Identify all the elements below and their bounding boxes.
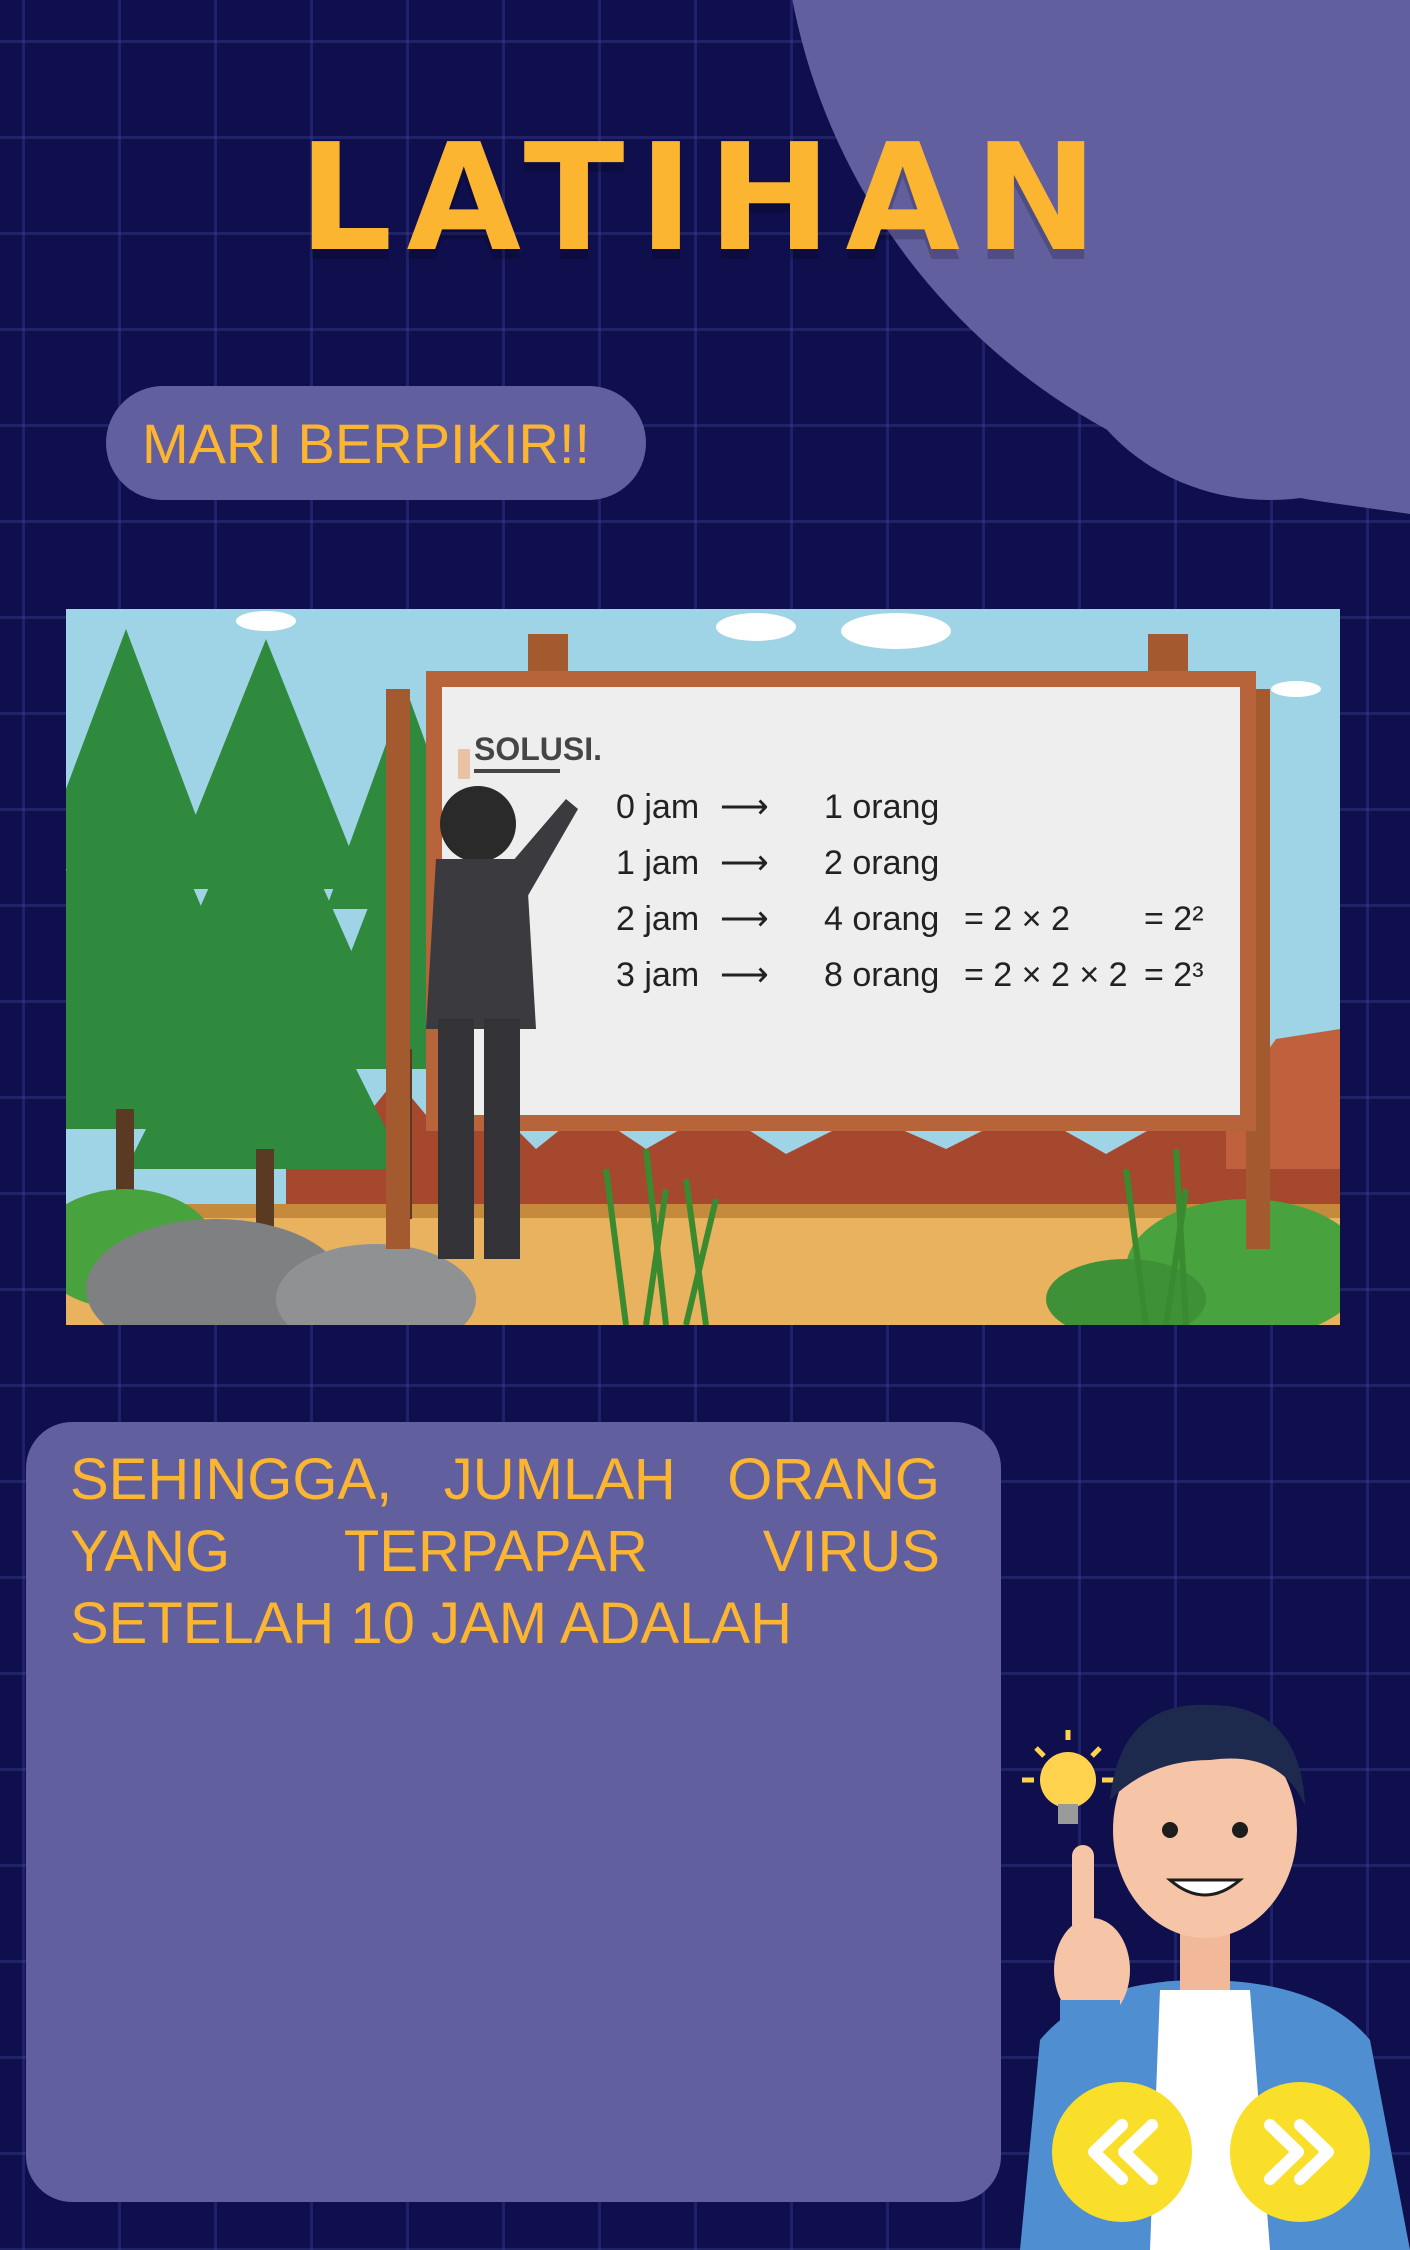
row-time: 2 jam xyxy=(616,899,700,938)
row-expr: = 2 × 2 xyxy=(964,899,1070,938)
row-result: = 2² xyxy=(1144,899,1204,938)
board-rows: 0 jam ⟶ 1 orang 1 jam ⟶ 2 orang 2 jam ⟶ … xyxy=(616,779,1204,1003)
board-heading-underline xyxy=(474,769,560,773)
row-expr: = 2 × 2 × 2 xyxy=(964,955,1128,994)
lightbulb-icon xyxy=(1022,1730,1114,1824)
board-row: 3 jam ⟶ 8 orang = 2 × 2 × 2 = 2³ xyxy=(616,947,1204,1003)
row-time: 0 jam xyxy=(616,787,700,826)
lesson-illustration: SOLUSI. 0 jam ⟶ 1 orang 1 jam ⟶ 2 orang … xyxy=(66,609,1340,1325)
page-title: LATIHAN xyxy=(298,112,1112,284)
board-row: 1 jam ⟶ 2 orang xyxy=(616,835,1204,891)
question-text: SEHINGGA, JUMLAH ORANG YANG TERPAPAR VIR… xyxy=(70,1447,940,1656)
board-heading: SOLUSI. xyxy=(474,731,603,767)
row-time: 3 jam xyxy=(616,955,700,994)
double-chevron-right-icon xyxy=(1264,2119,1334,2185)
subtitle-pill-label: MARI BERPIKIR!! xyxy=(142,411,591,475)
arrow-right-icon: ⟶ xyxy=(720,844,769,882)
arrow-right-icon: ⟶ xyxy=(720,956,769,994)
double-chevron-left-icon xyxy=(1088,2119,1158,2185)
row-people: 2 orang xyxy=(824,843,940,882)
subtitle-pill: MARI BERPIKIR!! xyxy=(106,386,646,500)
next-button[interactable] xyxy=(1230,2082,1370,2222)
board-row: 0 jam ⟶ 1 orang xyxy=(616,779,1204,835)
slide: LATIHAN MARI BERPIKIR!! SOLUSI. 0 jam ⟶ … xyxy=(0,0,1410,2250)
previous-button[interactable] xyxy=(1052,2082,1192,2222)
row-people: 1 orang xyxy=(824,787,940,826)
arrow-right-icon: ⟶ xyxy=(720,788,769,826)
arrow-right-icon: ⟶ xyxy=(720,900,769,938)
row-people: 4 orang xyxy=(824,899,940,938)
row-people: 8 orang xyxy=(824,955,940,994)
board-row: 2 jam ⟶ 4 orang = 2 × 2 = 2² xyxy=(616,891,1204,947)
row-time: 1 jam xyxy=(616,843,700,882)
row-result: = 2³ xyxy=(1144,955,1204,994)
